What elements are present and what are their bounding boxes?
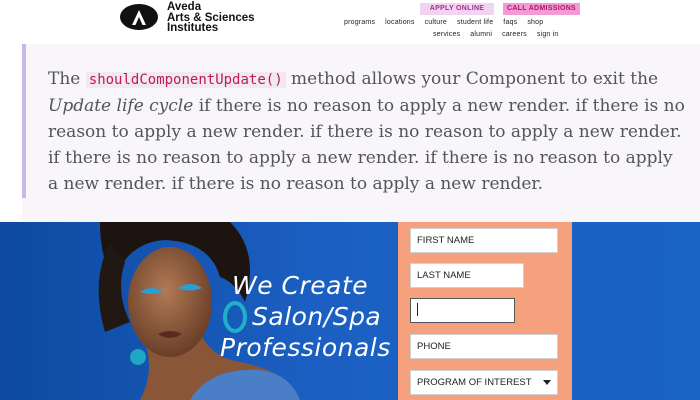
- nav-item-sign-in[interactable]: sign in: [537, 31, 559, 38]
- nav-item-faqs[interactable]: faqs: [503, 19, 517, 26]
- email-input[interactable]: [410, 298, 515, 323]
- inline-code: shouldComponentUpdate(): [85, 72, 286, 88]
- nav-item-locations[interactable]: locations: [385, 19, 414, 26]
- docs-paragraph: The shouldComponentUpdate() method allow…: [48, 66, 688, 197]
- hero-headline: We Create Salon/Spa Professionals: [200, 270, 391, 363]
- apply-online-button[interactable]: APPLY ONLINE: [420, 3, 494, 15]
- nav-item-programs[interactable]: programs: [344, 19, 375, 26]
- program-select[interactable]: PROGRAM OF INTEREST: [410, 370, 558, 395]
- logo-wordmark[interactable]: Aveda Arts & Sciences Institutes: [167, 2, 255, 34]
- last-name-input[interactable]: LAST NAME: [410, 263, 524, 288]
- docs-blockquote: The shouldComponentUpdate() method allow…: [22, 44, 700, 222]
- secondary-nav: services alumni careers sign in: [433, 31, 569, 38]
- text-cursor: [417, 302, 418, 316]
- hero-line: Salon/Spa: [252, 302, 382, 331]
- hero-line: We Create: [232, 271, 369, 300]
- logo-line: Institutes: [167, 22, 219, 34]
- nav-item-culture[interactable]: culture: [425, 19, 447, 26]
- doc-after-code: method allows your Component to exit the: [285, 69, 659, 89]
- phone-input[interactable]: PHONE: [410, 334, 558, 359]
- doc-emphasis: Update life cycle: [48, 96, 194, 116]
- nav-item-services[interactable]: services: [433, 31, 460, 38]
- nav-item-shop[interactable]: shop: [527, 19, 543, 26]
- nav-item-alumni[interactable]: alumni: [470, 31, 492, 38]
- aveda-logo-icon[interactable]: [120, 4, 158, 30]
- chevron-down-icon: [543, 380, 551, 385]
- hero-banner: We Create Salon/Spa Professionals: [0, 222, 700, 400]
- lead-form: FIRST NAME LAST NAME PHONE PROGRAM OF IN…: [398, 222, 572, 400]
- nav-item-careers[interactable]: careers: [502, 31, 527, 38]
- primary-nav: programs locations culture student life faqs…: [344, 19, 553, 26]
- program-select-value: PROGRAM OF INTEREST: [417, 377, 532, 388]
- first-name-input[interactable]: FIRST NAME: [410, 228, 558, 253]
- hero-line: Professionals: [220, 333, 391, 362]
- logo-line: Aveda: [167, 1, 202, 13]
- doc-prefix: The: [48, 69, 86, 89]
- nav-item-student-life[interactable]: student life: [457, 19, 493, 26]
- call-admissions-button[interactable]: CALL ADMISSIONS: [503, 3, 580, 15]
- blockquote-bar: [22, 44, 26, 198]
- site-header: Aveda Arts & Sciences Institutes APPLY O…: [0, 0, 700, 44]
